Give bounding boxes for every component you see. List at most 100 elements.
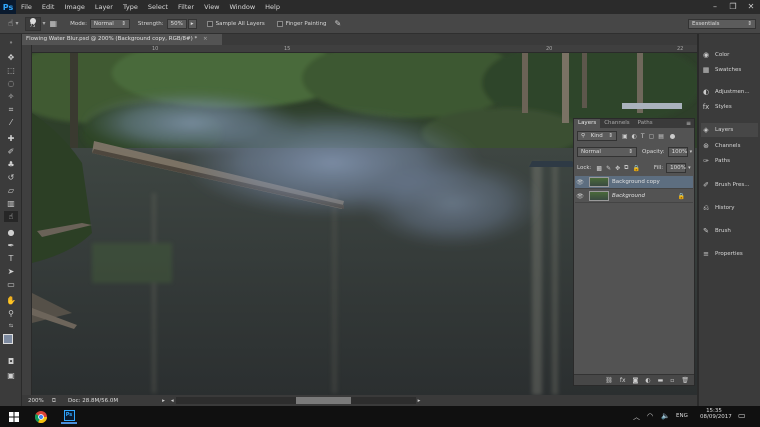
brush-chevron-icon[interactable]: ▾: [43, 20, 46, 27]
toolbox-collapse-icon[interactable]: »: [4, 38, 18, 49]
dodge-tool-icon[interactable]: ●: [4, 227, 18, 238]
maximize-icon[interactable]: ❐: [724, 0, 742, 14]
brush-panel-icon[interactable]: ▦: [50, 19, 58, 28]
mode-select[interactable]: Normal ⇕: [89, 18, 130, 29]
visibility-eye-icon[interactable]: 👁: [575, 193, 585, 200]
tab-channels[interactable]: Channels: [600, 119, 633, 128]
dock-item-channels[interactable]: ⊛ Channels: [701, 139, 758, 153]
dock-item-properties[interactable]: ≡ Properties: [701, 247, 758, 261]
windows-start-icon[interactable]: [6, 409, 22, 424]
lock-artboard-icon[interactable]: ⧉: [624, 164, 628, 172]
menu-help[interactable]: Help: [260, 0, 285, 14]
notifications-icon[interactable]: ▭: [738, 411, 746, 420]
foreground-color-swatch[interactable]: [3, 334, 13, 344]
wifi-icon[interactable]: ◠: [647, 412, 653, 420]
scrollbar-thumb[interactable]: [295, 397, 351, 404]
dock-item-brush[interactable]: ✎ Brush: [701, 224, 758, 238]
quick-select-tool-icon[interactable]: ✧: [4, 91, 18, 102]
menu-file[interactable]: File: [16, 0, 37, 14]
lock-transparent-icon[interactable]: ▩: [596, 165, 602, 172]
layer-row[interactable]: 👁 Background copy: [575, 176, 693, 189]
ruler-left[interactable]: [22, 45, 32, 395]
tab-close-icon[interactable]: ×: [203, 36, 208, 42]
menu-window[interactable]: Window: [225, 0, 261, 14]
filter-toggle-icon[interactable]: [669, 133, 675, 139]
dock-item-adjustments[interactable]: ◐ Adjustmen...: [701, 85, 758, 99]
layer-name[interactable]: Background: [612, 193, 645, 199]
fx-icon[interactable]: fx: [620, 377, 626, 384]
smudge-tool-icon[interactable]: ☝: [8, 19, 13, 29]
move-tool-icon[interactable]: ✥: [4, 52, 18, 63]
swap-colors-icon[interactable]: ⇆: [4, 321, 18, 332]
dock-item-swatches[interactable]: ▦ Swatches: [701, 63, 758, 77]
opacity-slider-icon[interactable]: ▾: [690, 149, 693, 155]
workspace-select[interactable]: Essentials ⇕: [688, 18, 756, 29]
finger-painting-checkbox[interactable]: [276, 20, 283, 27]
brush-tool-icon[interactable]: ✐: [4, 146, 18, 157]
adjustment-icon[interactable]: ◐: [645, 377, 650, 384]
scroll-right-icon[interactable]: ▸: [418, 398, 421, 404]
lock-image-icon[interactable]: ✎: [606, 165, 611, 172]
tool-preset-chevron-icon[interactable]: ▾: [15, 20, 18, 27]
healing-brush-tool-icon[interactable]: ✚: [4, 133, 18, 144]
finger-painting-option[interactable]: Finger Painting: [276, 20, 327, 27]
dock-item-layers[interactable]: ◈ Layers: [701, 123, 758, 137]
photoshop-taskbar-icon[interactable]: Ps: [61, 409, 77, 424]
lock-all-icon[interactable]: 🔒: [632, 165, 639, 172]
new-layer-icon[interactable]: ▫: [670, 377, 674, 384]
filter-adjustment-icon[interactable]: ◐: [632, 133, 637, 140]
menu-edit[interactable]: Edit: [37, 0, 60, 14]
screen-mode-icon[interactable]: ▣: [4, 370, 18, 381]
mask-icon[interactable]: ◙: [633, 377, 639, 384]
strength-field[interactable]: 50%: [166, 18, 187, 29]
strength-slider-toggle[interactable]: ▸: [187, 18, 197, 29]
tab-layers[interactable]: Layers: [574, 119, 601, 128]
lasso-tool-icon[interactable]: ◌: [4, 78, 18, 89]
clone-stamp-tool-icon[interactable]: ♣: [4, 159, 18, 170]
menu-filter[interactable]: Filter: [173, 0, 199, 14]
link-icon[interactable]: ⛓: [605, 377, 613, 384]
pen-tool-icon[interactable]: ✒: [4, 240, 18, 251]
layer-row[interactable]: 👁 Background 🔒: [575, 190, 693, 203]
clock[interactable]: 15:35 08/09/2017: [700, 408, 732, 420]
sample-all-layers-checkbox[interactable]: [206, 20, 213, 27]
smudge-tool-icon[interactable]: ☝: [4, 211, 18, 222]
scroll-left-icon[interactable]: ◂: [171, 398, 174, 404]
menu-select[interactable]: Select: [143, 0, 173, 14]
marquee-tool-icon[interactable]: ⬚: [4, 65, 18, 76]
ruler-top[interactable]: 10 15 20 22: [32, 45, 697, 53]
opacity-field[interactable]: 100%: [667, 147, 688, 157]
document-tab[interactable]: Flowing Water Blur.psd @ 200% (Backgroun…: [22, 34, 222, 45]
brush-preset-picker[interactable]: 75: [24, 16, 41, 31]
tab-paths[interactable]: Paths: [634, 119, 657, 128]
chrome-icon[interactable]: [33, 409, 49, 424]
filter-pixel-icon[interactable]: ▣: [622, 133, 628, 140]
dock-item-paths[interactable]: ✑ Paths: [701, 154, 758, 168]
gradient-tool-icon[interactable]: ▥: [4, 198, 18, 209]
dock-item-color[interactable]: ◉ Color: [701, 48, 758, 62]
filter-smart-object-icon[interactable]: ▤: [658, 133, 664, 140]
sample-all-layers-option[interactable]: Sample All Layers: [206, 20, 265, 27]
zoom-tool-icon[interactable]: ⚲: [4, 308, 18, 319]
folder-icon[interactable]: ▬: [658, 377, 664, 384]
visibility-eye-icon[interactable]: 👁: [575, 179, 585, 186]
panel-menu-icon[interactable]: ≡: [686, 119, 691, 128]
filter-type-icon[interactable]: T: [641, 133, 645, 140]
menu-type[interactable]: Type: [118, 0, 143, 14]
close-icon[interactable]: ✕: [742, 0, 760, 14]
dock-item-styles[interactable]: fx Styles: [701, 100, 758, 114]
eraser-tool-icon[interactable]: ▱: [4, 185, 18, 196]
history-brush-tool-icon[interactable]: ↺: [4, 172, 18, 183]
crop-tool-icon[interactable]: ⌗: [4, 104, 18, 115]
horizontal-scrollbar[interactable]: [175, 397, 416, 404]
layer-name[interactable]: Background copy: [612, 179, 660, 185]
menu-image[interactable]: Image: [59, 0, 89, 14]
volume-icon[interactable]: 🔈: [661, 412, 670, 420]
zoom-level[interactable]: 200%: [28, 398, 44, 404]
layer-filter-select[interactable]: ⚲ Kind ⇕: [577, 131, 617, 141]
menu-view[interactable]: View: [199, 0, 224, 14]
hand-tool-icon[interactable]: ✋: [4, 295, 18, 306]
dock-item-history[interactable]: ⎌ History: [701, 201, 758, 215]
share-icon[interactable]: ⧉: [52, 397, 56, 405]
menu-layer[interactable]: Layer: [90, 0, 118, 14]
